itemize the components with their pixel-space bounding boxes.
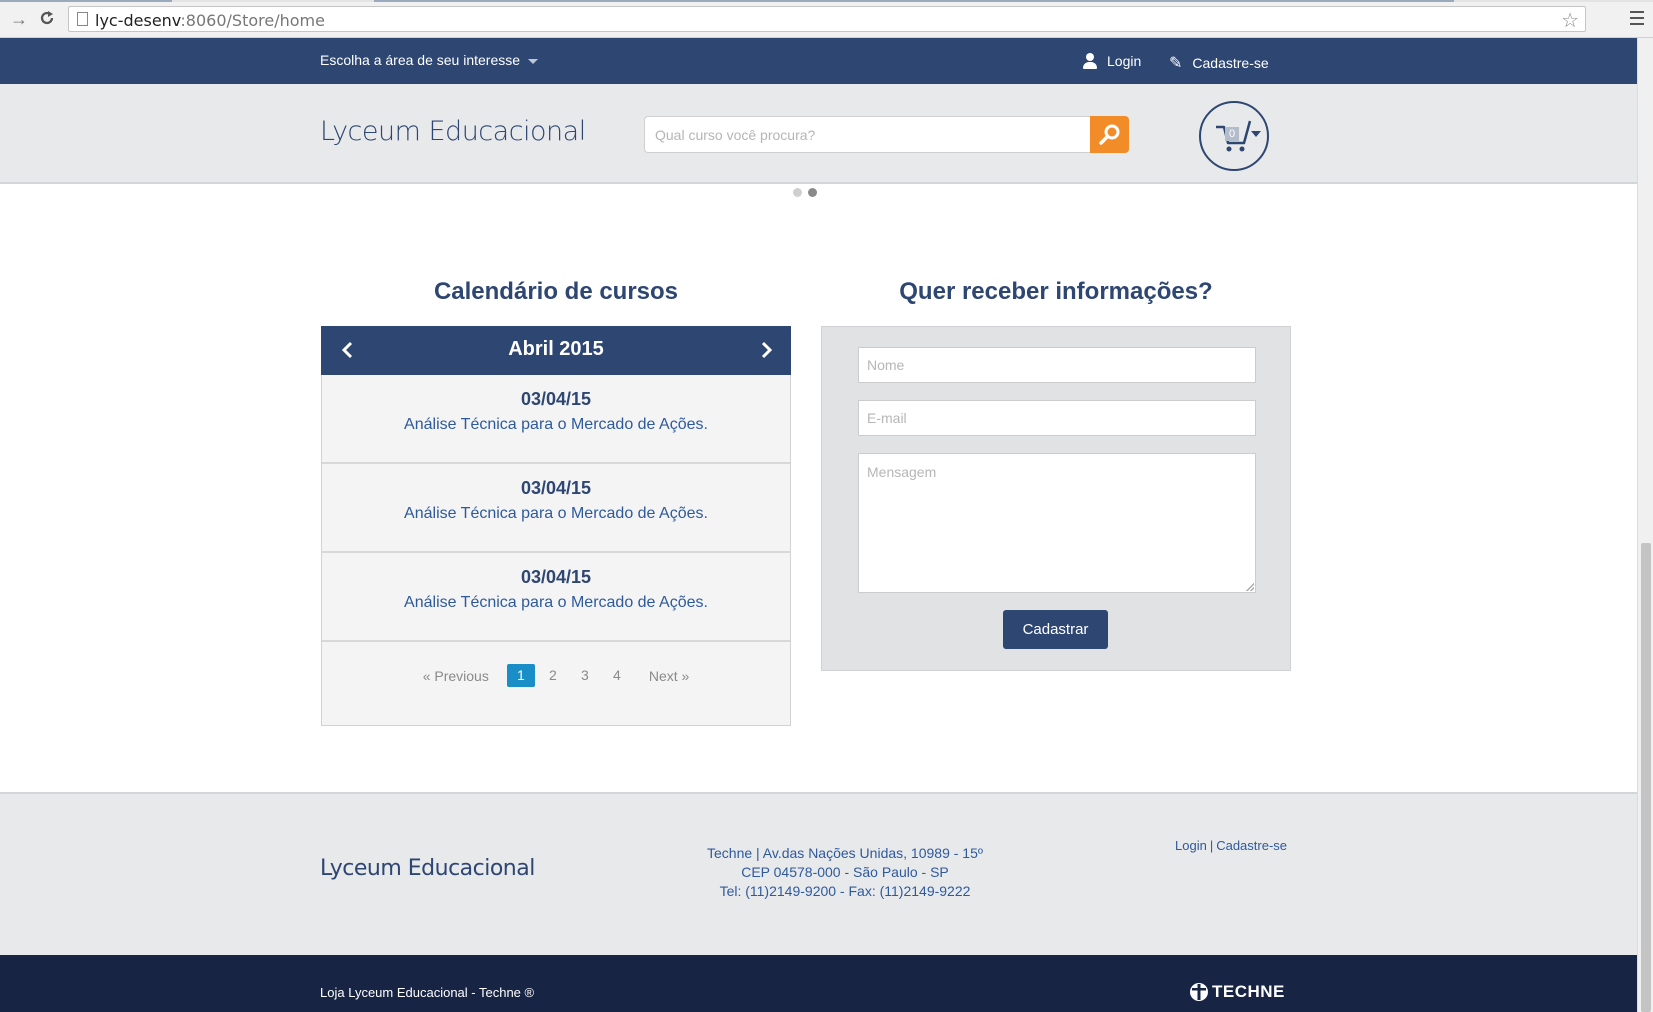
- footer-links: Login | Cadastre-se: [1175, 838, 1287, 853]
- name-field[interactable]: [858, 347, 1256, 383]
- register-link[interactable]: ✎ Cadastre-se: [1169, 53, 1269, 73]
- course-name[interactable]: Análise Técnica para o Mercado de Ações.: [322, 416, 790, 434]
- url-text[interactable]: lyc-desenv:8060/Store/home: [95, 11, 325, 30]
- course-name[interactable]: Análise Técnica para o Mercado de Ações.: [322, 594, 790, 612]
- address-line: Techne | Av.das Nações Unidas, 10989 - 1…: [707, 845, 983, 861]
- login-link[interactable]: Login: [1083, 53, 1141, 69]
- calendar-item[interactable]: 03/04/15 Análise Técnica para o Mercado …: [322, 464, 790, 553]
- top-navigation: Escolha a área de seu interesse Login ✎ …: [0, 38, 1637, 84]
- slider-dot-active[interactable]: [808, 188, 817, 197]
- message-field[interactable]: [858, 453, 1256, 593]
- slider-dots: [793, 188, 817, 197]
- scrollbar-thumb[interactable]: [1641, 543, 1651, 1012]
- search-form: [644, 116, 1129, 153]
- url-host: lyc-desenv: [95, 11, 181, 30]
- footer-address: Techne | Av.das Nações Unidas, 10989 - 1…: [645, 844, 1045, 901]
- address-line: CEP 04578-000 - São Paulo - SP: [741, 864, 949, 880]
- pagination-page-2[interactable]: 2: [539, 664, 567, 687]
- caret-down-icon: [528, 58, 539, 64]
- page-icon: [77, 12, 88, 26]
- page-scrollbar[interactable]: [1637, 38, 1653, 1012]
- course-search-input[interactable]: [644, 116, 1092, 153]
- footer-brand-logo[interactable]: Lyceum Educacional: [320, 856, 535, 881]
- footer-bottom-bar: Loja Lyceum Educacional - Techne ® TECHN…: [0, 955, 1637, 1012]
- course-date: 03/04/15: [520, 389, 592, 409]
- calendar-item[interactable]: 03/04/15 Análise Técnica para o Mercado …: [322, 375, 790, 464]
- techne-logo-icon: [1190, 983, 1208, 1001]
- email-field[interactable]: [858, 400, 1256, 436]
- browser-toolbar: → lyc-desenv:8060/Store/home ☆: [0, 0, 1653, 38]
- caret-down-icon: [1251, 131, 1261, 137]
- resize-handle[interactable]: [1246, 583, 1254, 591]
- link-separator: |: [1209, 838, 1214, 853]
- address-bar[interactable]: lyc-desenv:8060/Store/home ☆: [68, 6, 1586, 32]
- brand-logo[interactable]: Lyceum Educacional: [320, 116, 586, 147]
- calendar-month: Abril 2015: [508, 338, 604, 360]
- footer-login-link[interactable]: Login: [1175, 838, 1207, 853]
- area-interest-dropdown[interactable]: Escolha a área de seu interesse: [320, 52, 539, 68]
- pencil-icon: ✎: [1169, 55, 1183, 72]
- cart-count-badge: 0: [1225, 127, 1239, 141]
- address-line: Tel: (11)2149-9200 - Fax: (11)2149-9222: [719, 883, 971, 899]
- calendar-pagination: « Previous 1 2 3 4 Next »: [322, 664, 790, 687]
- reload-icon[interactable]: [37, 9, 57, 29]
- pagination-previous[interactable]: « Previous: [415, 668, 497, 684]
- star-icon[interactable]: ☆: [1561, 8, 1579, 33]
- calendar-title: Calendário de cursos: [433, 278, 679, 305]
- course-calendar: Abril 2015 03/04/15 Análise Técnica para…: [321, 326, 791, 726]
- user-icon: [1083, 53, 1097, 69]
- pagination-page-3[interactable]: 3: [571, 664, 599, 687]
- shopping-cart-button[interactable]: 0: [1199, 101, 1269, 171]
- tab-strip: [0, 0, 1653, 2]
- login-label: Login: [1107, 53, 1142, 69]
- chevron-right-icon[interactable]: [755, 338, 777, 362]
- contact-form: Cadastrar: [821, 326, 1291, 671]
- footer-register-link[interactable]: Cadastre-se: [1216, 838, 1287, 853]
- contact-title: Quer receber informações?: [899, 278, 1213, 305]
- calendar-header: Abril 2015: [321, 326, 791, 375]
- techne-logo-text: TECHNE: [1212, 982, 1285, 1001]
- url-path: :8060/Store/home: [180, 11, 325, 30]
- pagination-page-1[interactable]: 1: [506, 664, 535, 687]
- course-date: 03/04/15: [520, 567, 592, 587]
- techne-logo[interactable]: TECHNE: [1189, 979, 1285, 1005]
- copyright-text: Loja Lyceum Educacional - Techne ®: [320, 985, 535, 1000]
- site-footer: Lyceum Educacional Techne | Av.das Naçõe…: [0, 792, 1637, 955]
- pagination-next[interactable]: Next »: [641, 668, 697, 684]
- course-name[interactable]: Análise Técnica para o Mercado de Ações.: [322, 505, 790, 523]
- area-interest-label: Escolha a área de seu interesse: [320, 52, 521, 68]
- magnifier-icon: [1099, 124, 1120, 145]
- site-header: Lyceum Educacional 0: [0, 84, 1637, 184]
- calendar-item[interactable]: 03/04/15 Análise Técnica para o Mercado …: [322, 553, 790, 642]
- hamburger-menu-icon[interactable]: [1630, 11, 1644, 29]
- register-label: Cadastre-se: [1192, 55, 1269, 71]
- forward-arrow-icon[interactable]: →: [9, 9, 29, 29]
- course-date: 03/04/15: [520, 478, 592, 498]
- pagination-page-4[interactable]: 4: [603, 664, 631, 687]
- search-button[interactable]: [1090, 116, 1129, 153]
- slider-dot[interactable]: [793, 188, 802, 197]
- submit-button[interactable]: Cadastrar: [1003, 610, 1108, 649]
